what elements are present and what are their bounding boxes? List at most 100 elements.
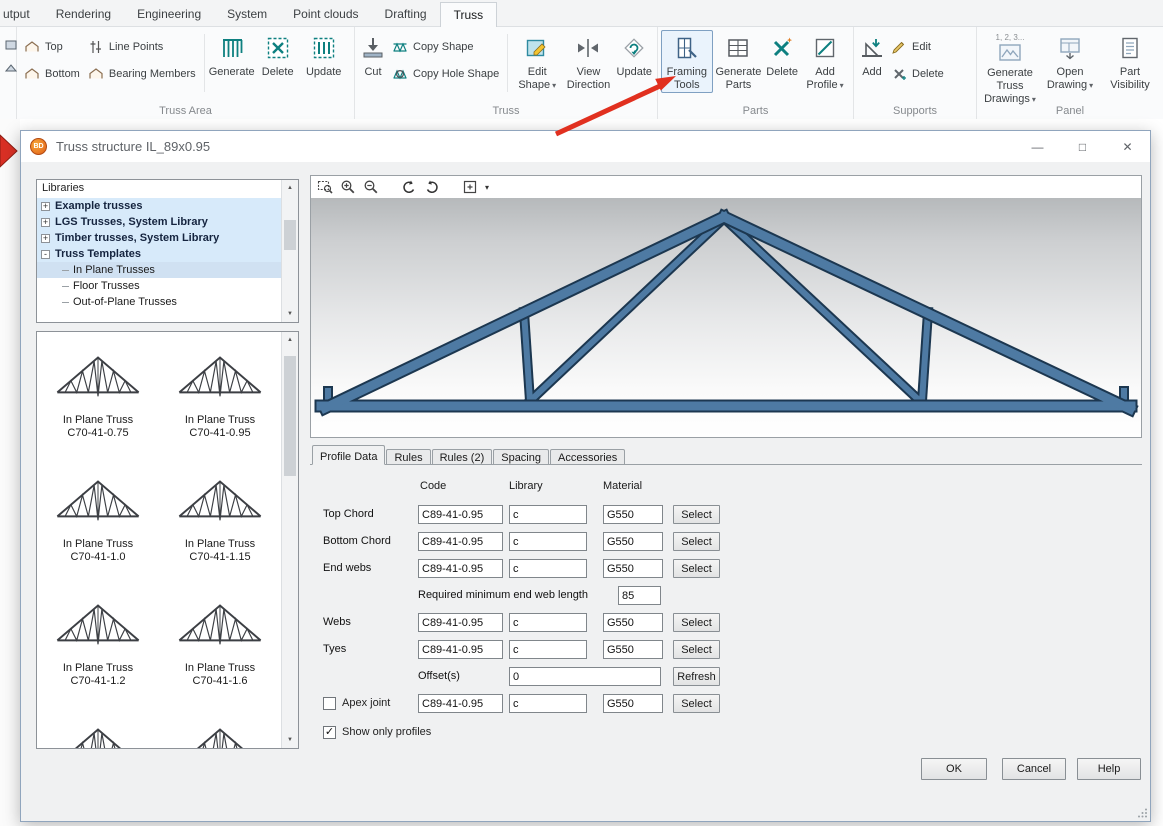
cut-button[interactable]: Cut (358, 30, 388, 79)
end-webs-library-input[interactable] (509, 559, 587, 578)
zoom-out-icon[interactable] (363, 179, 379, 195)
ribbon-tab-truss[interactable]: Truss (440, 2, 498, 27)
view-direction-button[interactable]: View Direction (562, 30, 614, 92)
refresh-button[interactable]: Refresh (673, 667, 720, 686)
cutoff-tool-icon[interactable] (5, 39, 17, 51)
offset-input[interactable] (509, 667, 661, 686)
truss-3d-view[interactable] (311, 198, 1141, 437)
copy-hole-shape-button[interactable]: Copy Hole Shape (392, 66, 499, 82)
line-points-button[interactable]: Line Points (88, 39, 196, 55)
copy-shape-button[interactable]: Copy Shape (392, 39, 499, 55)
top-chord-code-input[interactable] (418, 505, 503, 524)
rotate-ccw-icon[interactable] (401, 179, 417, 195)
tree-item-truss-templates[interactable]: -Truss Templates (37, 246, 281, 262)
tyes-code-input[interactable] (418, 640, 503, 659)
delete-parts-button[interactable]: Delete (764, 30, 800, 79)
tab-spacing[interactable]: Spacing (493, 449, 549, 465)
help-button[interactable]: Help (1077, 758, 1141, 780)
tree-item-in-plane-trusses[interactable]: In Plane Trusses (37, 262, 281, 278)
ribbon-tab-point-clouds[interactable]: Point clouds (280, 2, 371, 26)
show-only-profiles-checkbox[interactable]: ✓ (323, 726, 336, 739)
minimize-button[interactable]: — (1015, 131, 1060, 162)
template-item-1[interactable]: In Plane TrussC70-41-0.75 (40, 344, 156, 468)
collapse-toggle-icon[interactable]: - (41, 250, 50, 259)
top-chord-select-button[interactable]: Select (673, 505, 720, 524)
bottom-chord-library-input[interactable] (509, 532, 587, 551)
template-item-8[interactable] (162, 716, 278, 748)
apex-joint-select-button[interactable]: Select (673, 694, 720, 713)
generate-truss-area-button[interactable]: Generate (209, 30, 255, 79)
view-options-dropdown-icon[interactable]: ▾ (485, 183, 489, 192)
zoom-in-icon[interactable] (340, 179, 356, 195)
end-webs-material-input[interactable] (603, 559, 663, 578)
bottom-chord-code-input[interactable] (418, 532, 503, 551)
top-button[interactable]: Top (24, 39, 80, 55)
generate-parts-button[interactable]: Generate Parts (713, 30, 765, 92)
tyes-library-input[interactable] (509, 640, 587, 659)
ribbon-tab-system[interactable]: System (214, 2, 280, 26)
tree-item-out-of-plane-trusses[interactable]: Out-of-Plane Trusses (37, 294, 281, 310)
close-button[interactable]: ✕ (1105, 131, 1150, 162)
zoom-window-icon[interactable] (317, 179, 333, 195)
tree-item-timber-trusses[interactable]: +Timber trusses, System Library (37, 230, 281, 246)
min-end-web-length-input[interactable] (618, 586, 661, 605)
scroll-thumb[interactable] (284, 356, 296, 476)
end-webs-select-button[interactable]: Select (673, 559, 720, 578)
ribbon-tab-output[interactable]: utput (0, 2, 43, 26)
tab-accessories[interactable]: Accessories (550, 449, 625, 465)
template-item-5[interactable]: In Plane TrussC70-41-1.2 (40, 592, 156, 716)
update-truss-button[interactable]: Update (615, 30, 654, 79)
tyes-select-button[interactable]: Select (673, 640, 720, 659)
scroll-down-icon[interactable]: ▼ (282, 732, 298, 748)
bottom-button[interactable]: Bottom (24, 66, 80, 82)
generate-truss-drawings-button[interactable]: 1, 2, 3...Generate Truss Drawings▾ (980, 30, 1040, 106)
maximize-button[interactable]: □ (1060, 131, 1105, 162)
webs-select-button[interactable]: Select (673, 613, 720, 632)
part-visibility-button[interactable]: Part Visibility (1100, 30, 1160, 92)
apex-joint-material-input[interactable] (603, 694, 663, 713)
webs-material-input[interactable] (603, 613, 663, 632)
dialog-titlebar[interactable]: BD Truss structure IL_89x0.95 — □ ✕ (21, 131, 1150, 162)
rotate-cw-icon[interactable] (424, 179, 440, 195)
template-item-3[interactable]: In Plane TrussC70-41-1.0 (40, 468, 156, 592)
add-profile-button[interactable]: Add Profile▾ (800, 30, 850, 92)
expand-toggle-icon[interactable]: + (41, 218, 50, 227)
apex-joint-code-input[interactable] (418, 694, 503, 713)
cutoff-tool-icon[interactable] (5, 62, 17, 74)
framing-tools-button[interactable]: Framing Tools (661, 30, 713, 93)
webs-library-input[interactable] (509, 613, 587, 632)
tree-item-lgs-trusses[interactable]: +LGS Trusses, System Library (37, 214, 281, 230)
delete-truss-area-button[interactable]: Delete (255, 30, 301, 79)
tree-item-floor-trusses[interactable]: Floor Trusses (37, 278, 281, 294)
templates-scrollbar[interactable]: ▲ ▼ (281, 332, 298, 748)
delete-support-button[interactable]: Delete (891, 66, 944, 82)
edit-shape-button[interactable]: Edit Shape▾ (512, 30, 562, 92)
expand-toggle-icon[interactable]: + (41, 234, 50, 243)
bottom-chord-material-input[interactable] (603, 532, 663, 551)
open-drawing-button[interactable]: Open Drawing▾ (1040, 30, 1100, 92)
scroll-up-icon[interactable]: ▲ (282, 180, 298, 196)
tab-rules-2[interactable]: Rules (2) (432, 449, 493, 465)
tab-profile-data[interactable]: Profile Data (312, 445, 385, 465)
template-item-7[interactable] (40, 716, 156, 748)
top-chord-material-input[interactable] (603, 505, 663, 524)
top-chord-library-input[interactable] (509, 505, 587, 524)
ok-button[interactable]: OK (921, 758, 987, 780)
bottom-chord-select-button[interactable]: Select (673, 532, 720, 551)
ribbon-tab-drafting[interactable]: Drafting (372, 2, 440, 26)
cancel-button[interactable]: Cancel (1002, 758, 1066, 780)
resize-grip[interactable] (1136, 807, 1148, 819)
ribbon-tab-rendering[interactable]: Rendering (43, 2, 124, 26)
fit-view-icon[interactable] (462, 179, 478, 195)
template-item-2[interactable]: In Plane TrussC70-41-0.95 (162, 344, 278, 468)
expand-toggle-icon[interactable]: + (41, 202, 50, 211)
scroll-down-icon[interactable]: ▼ (282, 306, 298, 322)
end-webs-code-input[interactable] (418, 559, 503, 578)
scroll-up-icon[interactable]: ▲ (282, 332, 298, 348)
apex-joint-library-input[interactable] (509, 694, 587, 713)
webs-code-input[interactable] (418, 613, 503, 632)
apex-joint-checkbox[interactable] (323, 697, 336, 710)
tab-rules[interactable]: Rules (386, 449, 430, 465)
bearing-members-button[interactable]: Bearing Members (88, 66, 196, 82)
tyes-material-input[interactable] (603, 640, 663, 659)
